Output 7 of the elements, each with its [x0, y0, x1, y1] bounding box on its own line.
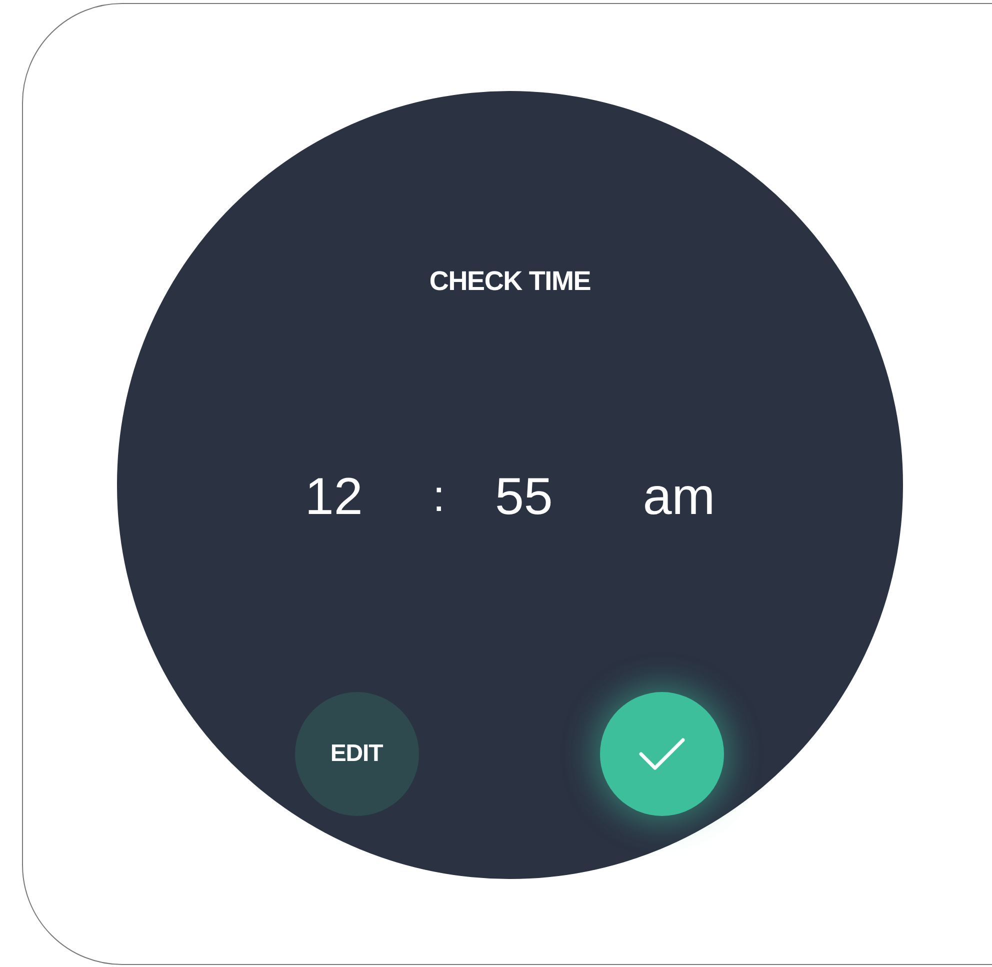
- period-value: am: [642, 466, 716, 528]
- checkmark-icon: [638, 736, 686, 772]
- time-separator: :: [432, 470, 445, 522]
- hour-value: 12: [304, 466, 363, 528]
- edit-button[interactable]: EDIT: [294, 692, 418, 816]
- minute-value: 55: [494, 466, 553, 528]
- dialog-title: CHECK TIME: [429, 265, 591, 298]
